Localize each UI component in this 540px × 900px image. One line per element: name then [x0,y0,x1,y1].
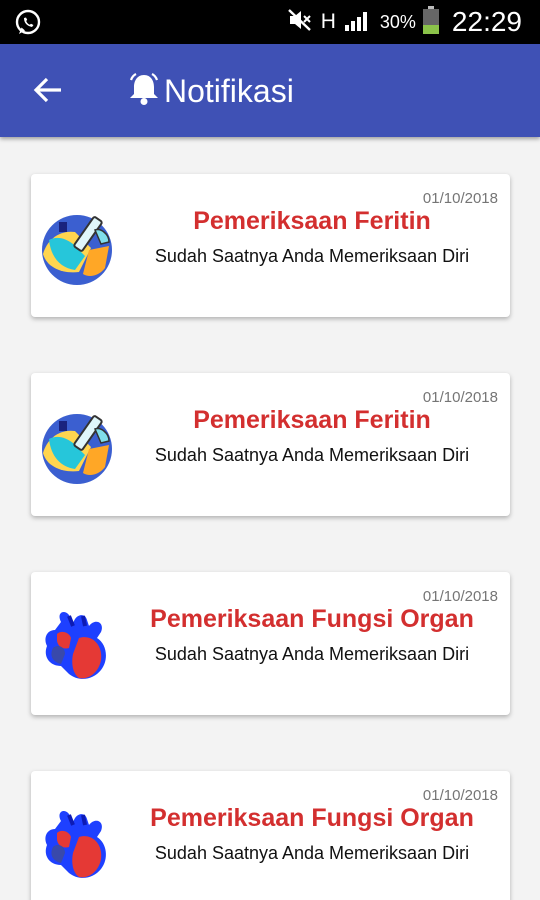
notification-message: Sudah Saatnya Anda Memeriksaan Diri [154,445,470,465]
page-title: Notifikasi [126,71,294,112]
battery-icon [422,5,440,40]
notification-message: Sudah Saatnya Anda Memeriksaan Diri [154,843,470,863]
notification-message: Sudah Saatnya Anda Memeriksaan Diri [154,644,470,664]
heart-icon [39,608,115,684]
blood-test-icon [39,210,115,286]
back-button[interactable] [30,72,66,108]
bell-icon [126,71,162,112]
battery-percent: 30% [379,11,416,32]
notification-card[interactable]: 01/10/2018 Pemeriksaan Fungsi Organ Suda… [31,572,510,715]
app-bar: Notifikasi [0,44,540,137]
notification-card[interactable]: 01/10/2018 Pemeriksaan Fungsi Organ Suda… [31,771,510,900]
title-text: Notifikasi [164,73,294,109]
notification-title: Pemeriksaan Feritin [193,406,431,434]
notification-message: Sudah Saatnya Anda Memeriksaan Diri [154,246,470,266]
notification-card[interactable]: 01/10/2018 Pemeriksaan Feritin Sudah Saa… [31,373,510,516]
notification-date: 01/10/2018 [422,588,498,605]
network-type: H [320,10,336,33]
signal-icon [344,8,372,37]
notification-date: 01/10/2018 [422,389,498,406]
notification-title: Pemeriksaan Fungsi Organ [150,605,474,633]
heart-icon [39,807,115,883]
notification-title: Pemeriksaan Feritin [193,207,431,235]
notification-date: 01/10/2018 [422,190,498,207]
arrow-left-icon [33,77,61,103]
notification-title: Pemeriksaan Fungsi Organ [150,804,474,832]
clock: 22:29 [451,6,522,37]
whatsapp-icon [14,9,42,42]
mute-icon [287,8,313,37]
blood-test-icon [39,409,115,485]
status-bar: H 30% 22:29 [0,0,540,44]
notification-date: 01/10/2018 [422,787,498,804]
notification-card[interactable]: 01/10/2018 Pemeriksaan Feritin Sudah Saa… [31,174,510,317]
notification-list[interactable]: 01/10/2018 Pemeriksaan Feritin Sudah Saa… [0,137,540,900]
